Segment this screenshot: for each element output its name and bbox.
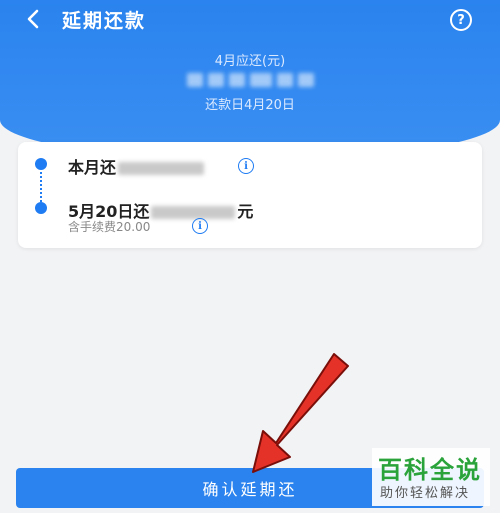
watermark-title: 百科全说	[378, 456, 482, 484]
watermark-subtitle: 助你轻松解决	[380, 486, 471, 501]
watermark-logo: 百科全说 助你轻松解决	[372, 448, 490, 506]
red-arrow-annotation	[252, 353, 349, 473]
